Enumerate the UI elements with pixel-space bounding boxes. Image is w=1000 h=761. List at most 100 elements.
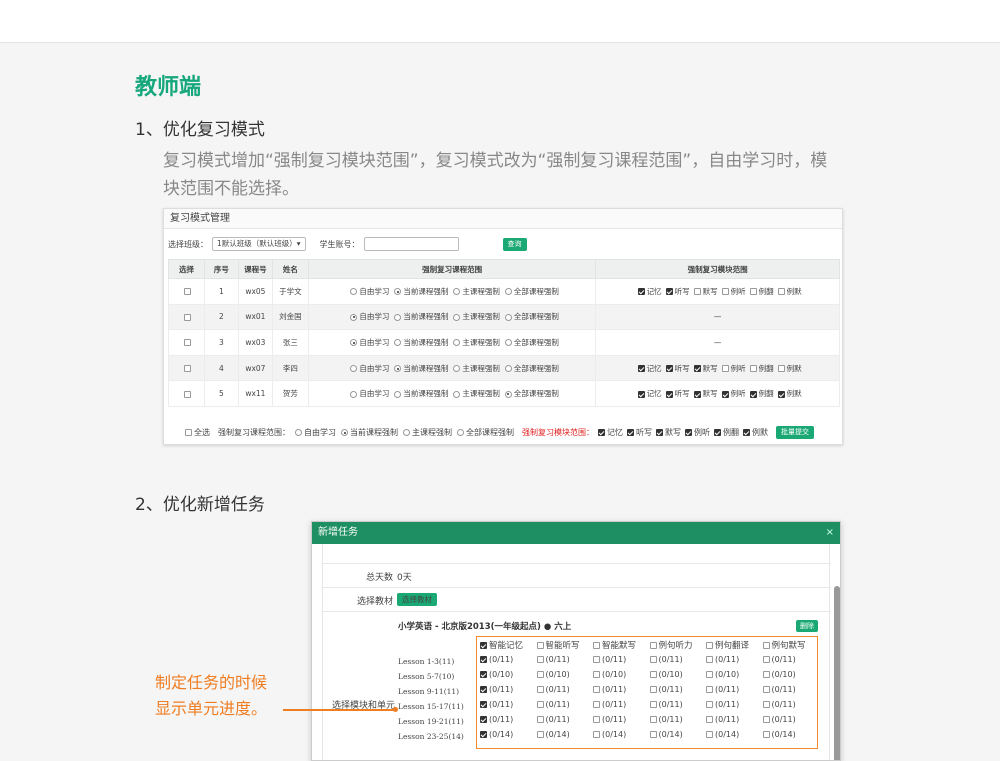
course-radio[interactable]: [350, 339, 358, 347]
module-checkbox[interactable]: [693, 390, 701, 398]
select-cell: [168, 329, 205, 356]
batch-submit-button[interactable]: 批量提交: [776, 426, 814, 439]
module-checkbox[interactable]: [637, 390, 645, 398]
row-number: 3: [203, 329, 239, 356]
course-radio[interactable]: [350, 365, 358, 373]
course-radio[interactable]: [350, 313, 358, 321]
student-name: 刘金国: [271, 303, 309, 331]
batch-module-checkbox[interactable]: [627, 429, 634, 436]
module-checkbox[interactable]: [665, 365, 673, 373]
batch-module-checkbox[interactable]: [685, 429, 692, 436]
module-option-label: 记忆: [646, 389, 662, 399]
section-description-1: 复习模式增加“强制复习模块范围”，复习模式改为“强制复习课程范围”，自由学习时，…: [163, 151, 828, 199]
course-radio[interactable]: [394, 365, 402, 373]
module-checkbox[interactable]: [693, 365, 701, 373]
course-code: wx05: [237, 278, 273, 305]
query-button[interactable]: 查询: [502, 237, 527, 251]
batch-module-option: 例翻: [723, 428, 739, 437]
module-checkbox[interactable]: [777, 390, 785, 398]
course-radio[interactable]: [350, 390, 358, 398]
batch-course-radio[interactable]: [341, 429, 348, 436]
module-option-label: 例听: [730, 363, 746, 373]
course-radio[interactable]: [504, 313, 512, 321]
module-checkbox[interactable]: [693, 288, 701, 296]
note-line-2: 显示单元进度。: [155, 699, 268, 718]
course-radio[interactable]: [504, 288, 512, 296]
course-radio[interactable]: [453, 390, 461, 398]
course-radio[interactable]: [394, 390, 402, 398]
note-line-1: 制定任务的时候: [155, 673, 268, 692]
select-all-checkbox[interactable]: [185, 429, 192, 436]
close-icon[interactable]: ×: [826, 522, 834, 544]
annotation-note: 制定任务的时候 显示单元进度。: [155, 670, 267, 722]
module-checkbox[interactable]: [665, 288, 673, 296]
module-checkbox[interactable]: [721, 365, 729, 373]
course-radio[interactable]: [504, 339, 512, 347]
course-radio[interactable]: [394, 288, 402, 296]
row-number: 5: [203, 380, 239, 407]
empty-dash: —: [713, 312, 722, 322]
annotation-dot: [393, 707, 398, 712]
batch-course-radio[interactable]: [295, 429, 302, 436]
class-select[interactable]: 1默认班级（默认班级）▾: [212, 237, 306, 251]
select-cell: [168, 354, 205, 382]
course-radio[interactable]: [453, 339, 461, 347]
column-header: 课程号: [237, 259, 273, 279]
batch-module-checkbox[interactable]: [714, 429, 721, 436]
module-checkbox[interactable]: [749, 365, 757, 373]
batch-module-checkbox[interactable]: [743, 429, 750, 436]
delete-button[interactable]: 删除: [796, 620, 818, 632]
batch-bar: 全选 强制复习课程范围： 自由学习 当前课程强制 主课程强制 全部课程强制 强制复习模块范围…: [181, 426, 814, 439]
course-option-label: 自由学习: [359, 312, 390, 322]
account-input[interactable]: [363, 237, 459, 251]
lesson-name: Lesson 9-11(11): [398, 687, 460, 696]
batch-course-radio[interactable]: [403, 429, 410, 436]
module-checkbox[interactable]: [777, 365, 785, 373]
module-checkbox[interactable]: [721, 288, 729, 296]
batch-course-radio[interactable]: [457, 429, 464, 436]
book-title: 小学英语 - 北京版2013(一年级起点) ● 六上 删除: [398, 620, 818, 634]
course-radio[interactable]: [504, 390, 512, 398]
module-checkbox[interactable]: [637, 365, 645, 373]
module-range-cell: 记忆 听写 默写 例听 例翻 例默: [595, 380, 840, 407]
module-checkbox[interactable]: [749, 288, 757, 296]
module-option-label: 默写: [702, 389, 718, 399]
course-range-cell: 自由学习 当前课程强制 主课程强制 全部课程强制: [307, 278, 597, 305]
module-option-label: 例默: [786, 389, 802, 399]
filter-bar: 选择班级： 1默认班级（默认班级）▾ 学生账号： 查询: [168, 236, 527, 252]
module-checkbox[interactable]: [721, 390, 729, 398]
row-checkbox[interactable]: [183, 288, 191, 296]
row-checkbox[interactable]: [183, 313, 191, 321]
course-radio[interactable]: [350, 288, 358, 296]
module-option-label: 例翻: [758, 363, 774, 373]
course-radio[interactable]: [453, 288, 461, 296]
modal-header: 新增任务 ×: [312, 522, 840, 544]
course-radio[interactable]: [453, 313, 461, 321]
scrollbar[interactable]: [834, 586, 840, 760]
table-row: 3 wx03 张三 自由学习 当前课程强制 主课程强制 全部课程强制 —: [168, 329, 840, 356]
module-checkbox[interactable]: [777, 288, 785, 296]
module-option-label: 记忆: [646, 363, 662, 373]
batch-module-checkbox[interactable]: [598, 429, 605, 436]
select-material-button[interactable]: 选择教材: [397, 593, 437, 606]
lesson-list: Lesson 1-3(11) Lesson 5-7(10) Lesson 9-11(…: [398, 654, 464, 744]
course-radio[interactable]: [394, 313, 402, 321]
row-checkbox[interactable]: [183, 365, 191, 373]
module-checkbox[interactable]: [665, 390, 673, 398]
batch-module-checkbox[interactable]: [656, 429, 663, 436]
empty-dash: —: [713, 337, 722, 347]
course-option-label: 全部课程强制: [513, 363, 559, 373]
course-option-label: 自由学习: [359, 286, 390, 296]
batch-module-option: 默写: [665, 428, 681, 437]
course-option-label: 全部课程强制: [513, 389, 559, 399]
row-checkbox[interactable]: [183, 390, 191, 398]
course-option-label: 当前课程强制: [403, 389, 449, 399]
course-radio[interactable]: [394, 339, 402, 347]
course-option-label: 主课程强制: [462, 286, 500, 296]
module-checkbox[interactable]: [749, 390, 757, 398]
row-checkbox[interactable]: [183, 339, 191, 347]
course-radio[interactable]: [453, 365, 461, 373]
module-checkbox[interactable]: [637, 288, 645, 296]
course-radio[interactable]: [504, 365, 512, 373]
row-number: 2: [203, 303, 239, 331]
